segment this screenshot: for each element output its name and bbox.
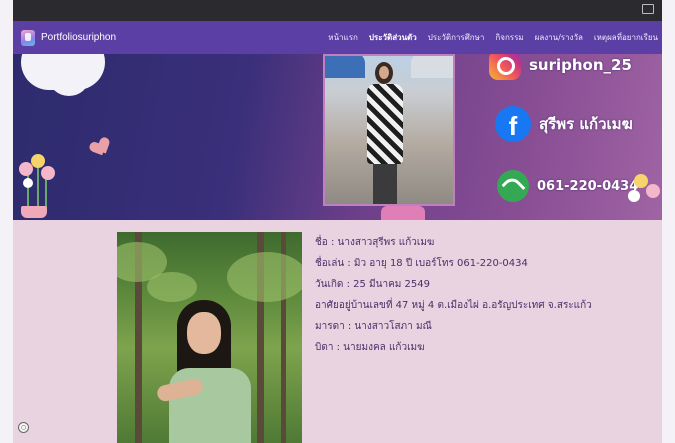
- heart-decoration: [90, 137, 111, 158]
- info-father: บิดา : นายมงคล แก้วเมฆ: [315, 342, 425, 353]
- nav-item-activities[interactable]: กิจกรรม: [495, 31, 523, 44]
- browser-top-strip: [13, 0, 662, 21]
- flower-decoration-right: [626, 172, 662, 212]
- frame-right: [662, 0, 675, 443]
- nav-item-home[interactable]: หน้าแรก: [328, 31, 358, 44]
- instagram-handle: suriphon_25: [529, 56, 632, 74]
- nav-item-reasons[interactable]: เหตุผลที่อยากเรียน: [594, 31, 658, 44]
- frame-left: [0, 0, 13, 443]
- phone-icon: [497, 170, 529, 202]
- hero-banner: suriphon_25 f สุรีพร แก้วเมฆ 061-220-043…: [13, 54, 662, 220]
- settings-corner-icon[interactable]: ○: [18, 422, 29, 433]
- nav-menu: หน้าแรก ประวัติส่วนตัว ประวัติการศึกษา ก…: [328, 31, 658, 44]
- info-name: ชื่อ : นางสาวสุรีพร แก้วเมฆ: [315, 237, 435, 248]
- info-mother: มารดา : นางสาวโสภา มณี: [315, 321, 432, 332]
- info-address: อาศัยอยู่บ้านเลขที่ 47 หมู่ 4 ต.เมืองไผ่…: [315, 300, 592, 311]
- nav-item-awards[interactable]: ผลงาน/รางวัล: [535, 31, 583, 44]
- phone-contact[interactable]: 061-220-0434: [497, 170, 638, 202]
- flower-pot-decoration: [15, 154, 63, 220]
- info-birthday: วันเกิด : 25 มีนาคม 2549: [315, 279, 430, 290]
- page: Portfoliosuriphon หน้าแรก ประวัติส่วนตัว…: [0, 0, 675, 443]
- navbar: Portfoliosuriphon หน้าแรก ประวัติส่วนตัว…: [13, 21, 662, 54]
- hero-photo: [323, 54, 455, 206]
- cloud-decoration: [21, 54, 105, 96]
- profile-info: ชื่อ : นางสาวสุรีพร แก้วเมฆ ชื่อเล่น : ม…: [315, 236, 635, 362]
- phone-number: 061-220-0434: [537, 178, 639, 194]
- facebook-icon: f: [495, 106, 531, 142]
- instagram-contact[interactable]: suriphon_25: [489, 54, 632, 80]
- info-nickname-age-phone: ชื่อเล่น : มิว อายุ 18 ปี เบอร์โทร 061-2…: [315, 258, 528, 269]
- facebook-name: สุรีพร แก้วเมฆ: [539, 115, 633, 133]
- nav-item-education[interactable]: ประวัติการศึกษา: [428, 31, 485, 44]
- window-icon[interactable]: [642, 4, 654, 14]
- brand-name: Portfoliosuriphon: [41, 32, 117, 43]
- about-section: ชื่อ : นางสาวสุรีพร แก้วเมฆ ชื่อเล่น : ม…: [13, 220, 662, 443]
- pink-tab-decoration: [381, 206, 425, 220]
- brand[interactable]: Portfoliosuriphon: [21, 29, 117, 46]
- facebook-contact[interactable]: f สุรีพร แก้วเมฆ: [495, 106, 633, 142]
- instagram-icon: [489, 54, 521, 80]
- nav-item-profile[interactable]: ประวัติส่วนตัว: [369, 31, 417, 44]
- profile-photo: [117, 232, 302, 443]
- brand-logo-icon: [21, 29, 35, 46]
